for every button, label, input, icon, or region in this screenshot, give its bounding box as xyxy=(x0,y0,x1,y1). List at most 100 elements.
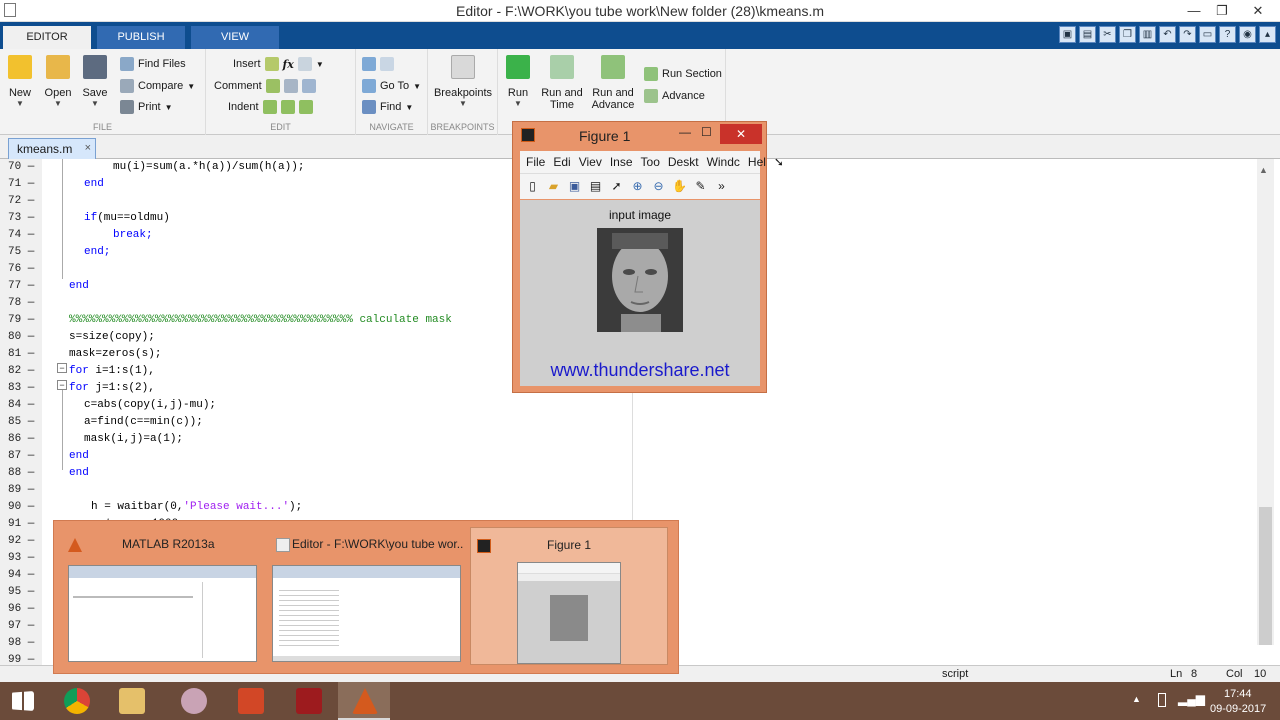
switch-windows-icon[interactable]: ▭ xyxy=(1199,26,1216,43)
open-button[interactable]: Open ▼ xyxy=(38,55,78,108)
zoom-out-icon[interactable]: ⊖ xyxy=(650,178,667,195)
save-button[interactable]: Save ▼ xyxy=(75,55,115,108)
tab-editor[interactable]: EDITOR xyxy=(3,26,91,49)
tab-publish[interactable]: PUBLISH xyxy=(97,26,185,49)
fx-icon[interactable]: fx xyxy=(283,58,294,71)
redo-icon[interactable]: ↷ xyxy=(1179,26,1196,43)
minimize-button[interactable]: — xyxy=(1180,0,1208,22)
keyword-for: for xyxy=(69,382,89,394)
line-number-text: 90 — xyxy=(8,501,35,513)
new-button[interactable]: New ▼ xyxy=(0,55,40,108)
back-forward-buttons[interactable] xyxy=(362,55,394,73)
taskbar-window-switcher: MATLAB R2013a Editor - F:\WORK\you tube … xyxy=(53,520,679,674)
toolbar-overflow-icon[interactable]: » xyxy=(713,178,730,195)
print-button[interactable]: Print ▼ xyxy=(120,98,173,116)
compare-button[interactable]: Compare ▼ xyxy=(120,77,195,95)
run-section-button[interactable]: Run Section xyxy=(644,65,722,83)
switcher-item-editor[interactable]: Editor - F:\WORK\you tube wor... xyxy=(266,527,464,665)
undo-icon[interactable]: ↶ xyxy=(1159,26,1176,43)
save-figure-icon[interactable]: ▣ xyxy=(566,178,583,195)
comment-label: Comment xyxy=(214,80,262,92)
line-number-text: 96 — xyxy=(8,603,35,615)
fold-toggle-icon[interactable]: − xyxy=(57,380,67,390)
breakpoints-button[interactable]: Breakpoints ▼ xyxy=(432,55,494,108)
start-button[interactable] xyxy=(0,682,48,720)
print-figure-icon[interactable]: ▤ xyxy=(587,178,604,195)
menu-desktop[interactable]: Deskt xyxy=(668,155,699,169)
close-button[interactable]: ✕ xyxy=(1236,0,1280,22)
qat-icon[interactable]: ▣ xyxy=(1059,26,1076,43)
figure-titlebar[interactable]: Figure 1 — ☐ ✕ xyxy=(513,122,766,148)
forward-arrow-icon[interactable] xyxy=(380,57,394,71)
line-number: 83 — xyxy=(0,380,42,397)
expand-icon[interactable]: ▴ xyxy=(1259,26,1276,43)
doc-tab-close-icon[interactable]: × xyxy=(85,142,91,154)
copy-icon[interactable]: ❐ xyxy=(1119,26,1136,43)
open-file-icon[interactable]: ▰ xyxy=(545,178,562,195)
indent-button[interactable]: Indent xyxy=(228,98,313,116)
advance-label: Advance xyxy=(662,90,705,102)
run-section-icon xyxy=(644,67,658,81)
save-disk-icon xyxy=(83,55,107,79)
scroll-up-icon[interactable]: ▲ xyxy=(1259,165,1268,175)
code-line-74: break; xyxy=(113,229,153,241)
vertical-scrollbar[interactable]: ▲ xyxy=(1257,159,1274,645)
menu-window[interactable]: Windc xyxy=(707,155,740,169)
tray-overflow-icon[interactable]: ▲ xyxy=(1132,694,1141,704)
run-and-advance-button[interactable]: Run and Advance xyxy=(588,55,638,111)
back-arrow-icon[interactable] xyxy=(362,57,376,71)
network-icon[interactable]: ▂▄▆ xyxy=(1178,692,1205,706)
maximize-button[interactable]: ❐ xyxy=(1208,0,1236,22)
battery-icon[interactable] xyxy=(1158,693,1166,707)
find-icon xyxy=(362,100,376,114)
taskbar-acrobat[interactable] xyxy=(282,682,334,720)
figure-minimize-button[interactable]: — xyxy=(679,125,691,139)
find-button[interactable]: Find ▼ xyxy=(362,98,413,116)
tab-view[interactable]: VIEW xyxy=(191,26,279,49)
scroll-thumb[interactable] xyxy=(1259,507,1272,645)
taskbar-matlab[interactable] xyxy=(338,682,390,720)
menu-help[interactable]: Hel xyxy=(748,155,766,169)
edit-group-label: EDIT xyxy=(270,122,291,132)
search-docs-icon[interactable]: ◉ xyxy=(1239,26,1256,43)
menu-view[interactable]: Viev xyxy=(579,155,602,169)
insert-button[interactable]: Insert fx ▼ xyxy=(233,55,324,73)
zoom-in-icon[interactable]: ⊕ xyxy=(629,178,646,195)
figure-close-button[interactable]: ✕ xyxy=(720,124,762,144)
menu-tools[interactable]: Too xyxy=(641,155,660,169)
data-cursor-icon[interactable]: ✎ xyxy=(692,178,709,195)
paste-icon[interactable]: ▥ xyxy=(1139,26,1156,43)
matlab-icon xyxy=(352,688,378,714)
new-figure-icon[interactable]: ▯ xyxy=(524,178,541,195)
figure-window[interactable]: Figure 1 — ☐ ✕ File Edi Viev Inse Too De… xyxy=(512,121,784,393)
save-icon[interactable]: ▤ xyxy=(1079,26,1096,43)
clock-date[interactable]: 09-09-2017 xyxy=(1210,703,1266,715)
cut-icon[interactable]: ✂ xyxy=(1099,26,1116,43)
figure-maximize-button[interactable]: ☐ xyxy=(701,125,712,139)
menu-insert[interactable]: Inse xyxy=(610,155,633,169)
taskbar-chrome[interactable] xyxy=(50,682,102,720)
pan-icon[interactable]: ✋ xyxy=(671,178,688,195)
clock-time[interactable]: 17:44 xyxy=(1224,688,1252,700)
run-button[interactable]: Run ▼ xyxy=(498,55,538,108)
switcher-item-figure[interactable]: Figure 1 xyxy=(470,527,668,665)
waitbar-call: h = waitbar(0, xyxy=(91,501,184,513)
help-icon[interactable]: ? xyxy=(1219,26,1236,43)
doc-tab-kmeans[interactable]: kmeans.m × xyxy=(8,138,96,159)
menu-file[interactable]: File xyxy=(526,155,545,169)
goto-button[interactable]: Go To ▼ xyxy=(362,77,421,95)
menu-overflow-icon[interactable]: ➘ xyxy=(774,155,784,169)
fold-toggle-icon[interactable]: − xyxy=(57,363,67,373)
comment-button[interactable]: Comment xyxy=(214,77,316,95)
line-number: 73 — xyxy=(0,210,42,227)
switcher-item-matlab[interactable]: MATLAB R2013a xyxy=(62,527,260,665)
line-number: 96 — xyxy=(0,601,42,618)
pointer-icon[interactable]: ➚ xyxy=(608,178,625,195)
run-and-time-button[interactable]: Run and Time xyxy=(538,55,586,111)
advance-button[interactable]: Advance xyxy=(644,87,705,105)
find-files-button[interactable]: Find Files xyxy=(120,55,186,73)
taskbar-powerpoint[interactable] xyxy=(224,682,276,720)
menu-edit[interactable]: Edi xyxy=(553,155,570,169)
taskbar-file-explorer[interactable] xyxy=(105,682,157,720)
taskbar-paint[interactable] xyxy=(167,682,219,720)
